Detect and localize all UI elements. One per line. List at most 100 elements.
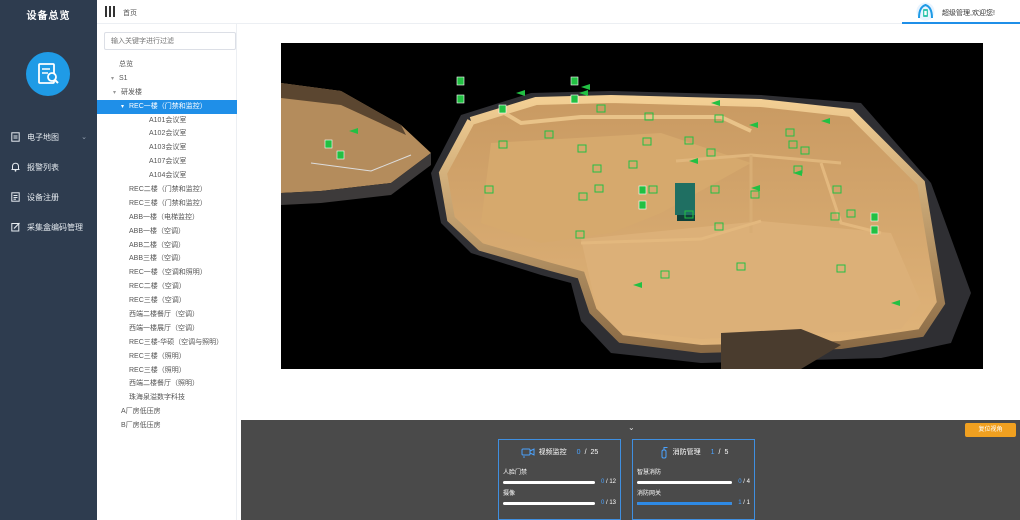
bell-icon bbox=[10, 162, 20, 172]
sidebar-item-label: 报警列表 bbox=[27, 162, 59, 172]
tree-node[interactable]: ABB一楼（电梯监控） bbox=[97, 211, 237, 225]
door-lock-marker-icon[interactable] bbox=[638, 185, 647, 195]
tree-node-label: A102会议室 bbox=[149, 130, 187, 138]
tree-node[interactable]: 西端二楼餐厅（照明） bbox=[97, 377, 237, 391]
main-sidebar: 设备总览 电子地图 ⌄ 报警列表 设备注册 采集盒编码管理 bbox=[0, 0, 97, 520]
tree-node[interactable]: ▾ REC一楼（门禁和监控） bbox=[97, 99, 237, 115]
card-separator: / bbox=[584, 448, 587, 456]
sidebar-item-alarm-list[interactable]: 报警列表 bbox=[0, 152, 97, 182]
door-lock-marker-icon[interactable] bbox=[570, 94, 579, 104]
tree-node[interactable]: 总览 bbox=[97, 58, 237, 72]
sidebar-item-label: 采集盒编码管理 bbox=[27, 222, 83, 232]
stat-progress-bar bbox=[503, 501, 595, 505]
stat-row: 消防网关 1 / 1 bbox=[633, 488, 754, 506]
door-lock-marker-icon[interactable] bbox=[456, 76, 465, 86]
map-doc-icon bbox=[10, 132, 20, 142]
sidebar-item-collector-code[interactable]: 采集盒编码管理 bbox=[0, 212, 97, 242]
stat-row: 人脸门禁 0 / 12 bbox=[499, 467, 620, 485]
stat-total: 12 bbox=[609, 479, 616, 485]
door-lock-marker-icon[interactable] bbox=[870, 212, 879, 222]
door-lock-marker-icon[interactable] bbox=[324, 139, 333, 149]
tree-node[interactable]: REC三楼-华硕（空调与照明） bbox=[97, 336, 237, 350]
tree-expand-arrow-icon[interactable]: ▾ bbox=[111, 73, 119, 87]
welcome-text: 超级管理,欢迎您! bbox=[942, 10, 995, 17]
sidebar-menu: 电子地图 ⌄ 报警列表 设备注册 采集盒编码管理 bbox=[0, 122, 97, 242]
door-lock-marker-icon[interactable] bbox=[570, 76, 579, 86]
card-separator: / bbox=[718, 448, 721, 456]
tree-node[interactable]: A104会议室 bbox=[97, 169, 237, 183]
tree-node[interactable]: REC二楼（空调） bbox=[97, 280, 237, 294]
tree-node[interactable]: A101会议室 bbox=[97, 114, 237, 128]
top-header: 首页 超级管理,欢迎您! bbox=[97, 0, 1020, 24]
tree-node[interactable]: A103会议室 bbox=[97, 141, 237, 155]
sidebar-item-label: 电子地图 bbox=[27, 132, 59, 142]
tree-node[interactable]: ▾ 研发楼 bbox=[97, 86, 237, 100]
stat-label: 智慧消防 bbox=[637, 470, 662, 476]
tree-expand-arrow-icon[interactable]: ▾ bbox=[121, 101, 129, 115]
tree-node-label: 西端二楼餐厅（空调） bbox=[129, 311, 199, 319]
tree-node-label: B厂房低压房 bbox=[121, 422, 161, 430]
tree-node-label: REC三楼（门禁和监控） bbox=[129, 199, 207, 207]
stat-value: 0 bbox=[738, 479, 742, 485]
stat-total: 4 bbox=[746, 479, 750, 485]
tree-list: 总览 ▾ S1 ▾ 研发楼 ▾ REC一楼（门禁和监控） A101会议室 A102会议室 A103… bbox=[97, 58, 237, 433]
tree-node[interactable]: REC一楼（空调和照明） bbox=[97, 266, 237, 280]
video-monitor-card[interactable]: 视频监控 0 / 25 人脸门禁 0 / 12 摄像 0 / 13 bbox=[498, 439, 621, 520]
tree-node-label: S1 bbox=[119, 74, 128, 82]
tree-node[interactable]: ABB三楼（空调） bbox=[97, 252, 237, 266]
tree-node[interactable]: B厂房低压房 bbox=[97, 419, 237, 433]
tree-node[interactable]: A厂房低压房 bbox=[97, 405, 237, 419]
tree-node-label: REC三楼（空调） bbox=[129, 297, 186, 305]
monitor-search-icon bbox=[26, 52, 70, 96]
chevron-down-icon[interactable]: ⌄ bbox=[628, 423, 635, 432]
door-lock-marker-icon[interactable] bbox=[456, 94, 465, 104]
tree-filter-input[interactable] bbox=[104, 32, 236, 50]
floor-3d-viewer[interactable] bbox=[281, 43, 983, 369]
tree-node[interactable]: REC二楼（门禁和监控） bbox=[97, 183, 237, 197]
user-avatar-icon bbox=[916, 2, 935, 21]
location-tree-panel: 总览▾S1▾研发楼▾REC一楼（门禁和监控）A101会议室A102会议室A103… bbox=[97, 24, 237, 520]
tree-node-label: REC二楼（门禁和监控） bbox=[129, 186, 207, 194]
door-lock-marker-icon[interactable] bbox=[870, 225, 879, 235]
user-menu[interactable]: 超级管理,欢迎您! bbox=[902, 0, 1020, 24]
tree-node[interactable]: 西端一楼展厅（空调） bbox=[97, 322, 237, 336]
door-lock-marker-icon[interactable] bbox=[638, 200, 647, 210]
fire-management-card[interactable]: 消防管理 1 / 5 智慧消防 0 / 4 消防网关 1 / 1 bbox=[632, 439, 755, 520]
stat-label: 摄像 bbox=[503, 491, 516, 497]
stat-value: 0 bbox=[600, 479, 605, 485]
tree-node[interactable]: ABB二楼（空调） bbox=[97, 239, 237, 253]
stat-progress-bar bbox=[503, 480, 595, 484]
card-total-count: 5 bbox=[724, 448, 729, 456]
tree-node[interactable]: 珠海泉溢数字科技 bbox=[97, 391, 237, 405]
tree-node[interactable]: A102会议室 bbox=[97, 127, 237, 141]
reset-view-button[interactable]: 复位视角 bbox=[965, 423, 1016, 437]
stat-total: 1 bbox=[746, 500, 750, 506]
sidebar-item-device-register[interactable]: 设备注册 bbox=[0, 182, 97, 212]
floor-plan-render[interactable] bbox=[281, 43, 983, 369]
menu-toggle-icon[interactable] bbox=[105, 6, 115, 17]
breadcrumb-home[interactable]: 首页 bbox=[123, 8, 137, 18]
chevron-down-icon: ⌄ bbox=[81, 134, 87, 141]
tree-expand-arrow-icon[interactable]: ▾ bbox=[113, 87, 121, 101]
tree-node[interactable]: ▾ S1 bbox=[97, 72, 237, 86]
register-doc-icon bbox=[10, 192, 20, 202]
tree-node-label: ABB三楼（空调） bbox=[129, 255, 186, 263]
tree-node[interactable]: REC三楼（门禁和监控） bbox=[97, 197, 237, 211]
tree-node-label: ABB二楼（空调） bbox=[129, 241, 186, 249]
tree-node[interactable]: REC三楼（空调） bbox=[97, 294, 237, 308]
stat-row: 摄像 0 / 13 bbox=[499, 488, 620, 506]
sidebar-title: 设备总览 bbox=[26, 11, 71, 22]
door-lock-marker-icon[interactable] bbox=[498, 104, 507, 114]
tree-node[interactable]: ABB一楼（空调） bbox=[97, 225, 237, 239]
tree-node[interactable]: 西端二楼餐厅（空调） bbox=[97, 308, 237, 322]
door-lock-marker-icon[interactable] bbox=[336, 150, 345, 160]
tree-node-label: 西端一楼展厅（空调） bbox=[129, 324, 199, 332]
tree-node[interactable]: REC三楼（照明） bbox=[97, 364, 237, 378]
tree-node[interactable]: A107会议室 bbox=[97, 155, 237, 169]
sidebar-item-electronic-map[interactable]: 电子地图 ⌄ bbox=[0, 122, 97, 152]
tree-node-label: REC一楼（门禁和监控） bbox=[129, 102, 207, 110]
tree-node-label: REC一楼（空调和照明） bbox=[129, 269, 207, 277]
tree-node[interactable]: REC三楼（照明） bbox=[97, 350, 237, 364]
tree-node-label: ABB一楼（空调） bbox=[129, 227, 186, 235]
tree-node-label: REC三楼（照明） bbox=[129, 352, 186, 360]
